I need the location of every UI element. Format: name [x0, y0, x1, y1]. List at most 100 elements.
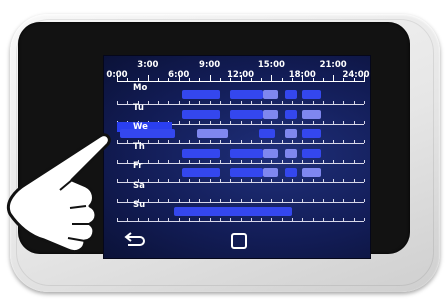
- row-tick: [333, 179, 335, 182]
- touch-screen[interactable]: 3:009:0015:0021:000:006:0012:0018:0024:0…: [103, 55, 371, 259]
- day-label-fr[interactable]: Fr: [133, 161, 142, 171]
- row-tick: [219, 101, 221, 104]
- schedule-block[interactable]: [230, 168, 264, 177]
- row-tick: [281, 159, 283, 163]
- row-tick: [178, 120, 180, 124]
- row-tick: [209, 159, 211, 163]
- row-tick: [353, 140, 355, 143]
- row-tick: [219, 120, 221, 124]
- schedule-block[interactable]: [230, 148, 264, 158]
- row-tick: [250, 101, 252, 104]
- time-label-top: 21:00: [319, 60, 347, 70]
- row-tick: [343, 179, 345, 182]
- row-tick: [364, 101, 365, 104]
- schedule-block[interactable]: [284, 148, 298, 158]
- hour-tick: [271, 75, 273, 82]
- row-tick: [322, 140, 324, 143]
- row-tick: [271, 140, 273, 143]
- day-label-mo[interactable]: Mo: [133, 83, 147, 93]
- row-tick: [281, 140, 283, 143]
- row-tick: [168, 101, 170, 104]
- row-tick: [353, 120, 355, 124]
- row-tick: [240, 179, 242, 182]
- row-tick: [230, 140, 232, 143]
- row-tick: [353, 159, 355, 163]
- schedule-block[interactable]: [302, 129, 321, 138]
- row-tick: [199, 218, 201, 221]
- day-row-line: [117, 201, 364, 203]
- schedule-block[interactable]: [284, 168, 298, 177]
- row-tick: [343, 198, 345, 202]
- row-tick: [240, 159, 242, 163]
- row-tick: [291, 120, 293, 124]
- schedule-block[interactable]: [284, 129, 298, 138]
- row-tick: [353, 179, 355, 182]
- hour-tick: [209, 75, 211, 82]
- row-tick: [322, 218, 324, 221]
- row-tick: [158, 101, 160, 104]
- hour-tick: [250, 78, 252, 82]
- schedule-block[interactable]: [181, 168, 220, 177]
- schedule-block[interactable]: [263, 148, 278, 158]
- row-tick: [178, 218, 180, 221]
- time-label-top: 3:00: [137, 60, 159, 70]
- row-tick: [199, 120, 201, 124]
- row-tick: [168, 159, 170, 163]
- day-label-sa[interactable]: Sa: [133, 181, 145, 191]
- hour-tick: [147, 75, 149, 82]
- row-tick: [291, 159, 293, 163]
- day-row-line: [117, 162, 364, 164]
- schedule-block[interactable]: [181, 109, 220, 119]
- day-label-su[interactable]: Su: [133, 200, 145, 210]
- schedule-block[interactable]: [263, 168, 278, 177]
- row-tick: [189, 159, 191, 163]
- schedule-block[interactable]: [230, 90, 264, 99]
- day-label-th[interactable]: Th: [133, 142, 145, 152]
- day-row-line: [117, 221, 364, 222]
- row-tick: [322, 198, 324, 202]
- row-tick: [343, 218, 345, 221]
- row-tick: [261, 179, 263, 182]
- row-tick: [168, 140, 170, 143]
- schedule-block[interactable]: [263, 90, 278, 99]
- row-tick: [312, 101, 314, 104]
- row-tick: [261, 140, 263, 143]
- schedule-block[interactable]: [302, 90, 321, 99]
- row-tick: [322, 159, 324, 163]
- schedule-block[interactable]: [302, 109, 321, 119]
- hour-tick: [281, 78, 283, 82]
- row-tick: [291, 179, 293, 182]
- row-tick: [343, 120, 345, 124]
- schedule-block[interactable]: [173, 207, 292, 216]
- row-tick: [333, 120, 335, 124]
- row-tick: [240, 218, 242, 221]
- day-label-tu[interactable]: Tu: [133, 103, 144, 113]
- row-tick: [250, 179, 252, 182]
- home-button[interactable]: [231, 233, 247, 249]
- row-tick: [209, 140, 211, 143]
- hour-tick: [189, 78, 191, 82]
- row-tick: [291, 101, 293, 104]
- row-tick: [302, 179, 304, 182]
- schedule-block[interactable]: [259, 129, 276, 138]
- row-tick: [333, 101, 335, 104]
- row-tick: [281, 179, 283, 182]
- row-tick: [312, 159, 314, 163]
- hour-tick: [168, 78, 170, 82]
- schedule-block[interactable]: [302, 148, 321, 158]
- row-tick: [168, 179, 170, 182]
- schedule-block[interactable]: [197, 129, 229, 138]
- schedule-block[interactable]: [263, 109, 278, 119]
- row-tick: [302, 159, 304, 163]
- schedule-block[interactable]: [181, 90, 220, 99]
- schedule-block[interactable]: [284, 109, 298, 119]
- hour-tick: [158, 78, 160, 82]
- schedule-block[interactable]: [302, 168, 321, 177]
- schedule-block[interactable]: [230, 109, 264, 119]
- row-tick: [343, 140, 345, 143]
- schedule-block[interactable]: [284, 90, 298, 99]
- schedule-block[interactable]: [181, 148, 220, 158]
- row-tick: [230, 101, 232, 104]
- row-tick: [127, 101, 129, 104]
- row-tick: [271, 101, 273, 104]
